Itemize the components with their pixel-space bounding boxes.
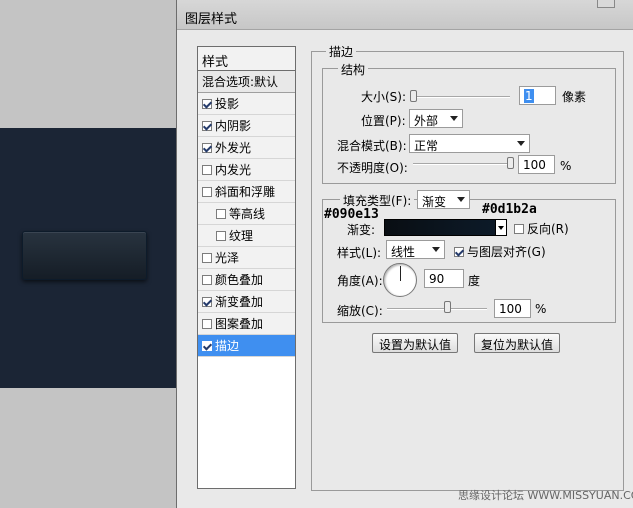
opacity-unit: % (560, 159, 572, 173)
blend-options-item[interactable]: 混合选项:默认 (198, 71, 295, 93)
preview-button-shape (22, 231, 147, 280)
dialog-titlebar[interactable]: 图层样式 (177, 0, 633, 30)
opacity-slider[interactable] (413, 163, 513, 165)
chevron-down-icon (432, 247, 440, 252)
style-item-checkbox[interactable] (202, 164, 212, 175)
gradient-start-color: #090e13 (324, 207, 379, 222)
opacity-label: 不透明度(O): (337, 161, 408, 175)
style-item[interactable]: 等高线 (198, 203, 295, 225)
style-item[interactable]: 投影 (198, 93, 295, 115)
align-label: 与图层对齐(G) (467, 245, 546, 259)
scale-slider-thumb[interactable] (444, 301, 451, 313)
style-item[interactable]: 内发光 (198, 159, 295, 181)
style-item[interactable]: 颜色叠加 (198, 269, 295, 291)
structure-title: 结构 (338, 61, 369, 78)
chevron-down-icon (450, 116, 458, 121)
style-item-label: 外发光 (215, 141, 252, 155)
blend-mode-select[interactable]: 正常 (409, 134, 530, 153)
style-select[interactable]: 线性 (386, 240, 445, 259)
style-item[interactable]: 图案叠加 (198, 313, 295, 335)
align-checkbox[interactable] (454, 246, 464, 257)
position-label: 位置(P): (361, 114, 406, 128)
scale-slider[interactable] (387, 308, 487, 310)
style-item-label: 等高线 (229, 207, 266, 221)
chevron-down-icon (517, 141, 525, 146)
style-item[interactable]: 斜面和浮雕 (198, 181, 295, 203)
angle-dial[interactable] (383, 263, 417, 297)
style-item[interactable]: 内阴影 (198, 115, 295, 137)
style-item-checkbox[interactable] (202, 296, 212, 307)
style-item-checkbox[interactable] (202, 318, 212, 329)
gradient-label: 渐变: (347, 223, 376, 237)
style-item-checkbox[interactable] (202, 252, 212, 263)
style-item-checkbox[interactable] (202, 274, 212, 285)
fill-type-select[interactable]: 渐变 (417, 190, 470, 209)
gradient-end-color: #0d1b2a (482, 202, 537, 217)
blend-mode-label: 混合模式(B): (337, 139, 407, 153)
scale-input[interactable]: 100 (494, 299, 531, 318)
size-slider[interactable] (410, 96, 510, 98)
angle-unit: 度 (468, 274, 481, 288)
scale-label: 缩放(C): (337, 304, 383, 318)
size-input[interactable]: 1 (519, 86, 556, 105)
style-item-label: 内阴影 (215, 119, 252, 133)
angle-dial-needle (400, 266, 401, 281)
style-item-label: 渐变叠加 (215, 295, 264, 309)
style-item-label: 投影 (215, 97, 240, 111)
style-item[interactable]: 渐变叠加 (198, 291, 295, 313)
styles-header[interactable]: 样式 (198, 47, 295, 71)
size-label: 大小(S): (361, 90, 407, 104)
scale-unit: % (535, 302, 547, 316)
gradient-swatch[interactable] (384, 219, 504, 236)
style-item[interactable]: 光泽 (198, 247, 295, 269)
reset-default-button[interactable]: 复位为默认值 (474, 333, 561, 353)
align-checkbox-row[interactable]: 与图层对齐(G) (454, 243, 546, 260)
style-item-label: 颜色叠加 (215, 273, 264, 287)
style-item-checkbox[interactable] (202, 98, 212, 109)
chevron-down-icon (457, 197, 465, 202)
style-item-checkbox[interactable] (202, 340, 212, 351)
styles-list: 样式 混合选项:默认 投影内阴影外发光内发光斜面和浮雕等高线纹理光泽颜色叠加渐变… (197, 46, 296, 489)
size-slider-thumb[interactable] (410, 90, 417, 102)
opacity-slider-thumb[interactable] (507, 157, 514, 169)
style-item-label: 光泽 (215, 251, 240, 265)
style-item[interactable]: 纹理 (198, 225, 295, 247)
reverse-checkbox[interactable] (514, 223, 524, 234)
style-item-checkbox[interactable] (202, 142, 212, 153)
style-item[interactable]: 描边 (198, 335, 295, 357)
gradient-dropdown[interactable] (495, 219, 507, 236)
style-item-label: 内发光 (215, 163, 252, 177)
style-item-checkbox[interactable] (216, 230, 226, 241)
reverse-checkbox-row[interactable]: 反向(R) (514, 220, 569, 237)
style-item-label: 斜面和浮雕 (215, 185, 276, 199)
style-item-checkbox[interactable] (202, 120, 212, 131)
style-item-checkbox[interactable] (202, 186, 212, 197)
style-item-label: 纹理 (229, 229, 254, 243)
close-icon[interactable] (597, 0, 615, 8)
angle-label: 角度(A): (337, 274, 383, 288)
style-label: 样式(L): (337, 246, 382, 260)
dialog-title: 图层样式 (185, 12, 238, 27)
stroke-section-title: 描边 (326, 43, 357, 60)
opacity-input[interactable]: 100 (518, 155, 555, 174)
style-item[interactable]: 外发光 (198, 137, 295, 159)
set-default-button[interactable]: 设置为默认值 (372, 333, 459, 353)
reverse-label: 反向(R) (527, 222, 569, 236)
style-item-label: 描边 (215, 339, 240, 353)
style-item-label: 图案叠加 (215, 317, 264, 331)
size-unit: 像素 (562, 90, 587, 104)
angle-input[interactable]: 90 (424, 269, 464, 288)
watermark: 思缘设计论坛 WWW.MISSYUAN.COM (458, 489, 633, 502)
style-item-checkbox[interactable] (216, 208, 226, 219)
position-select[interactable]: 外部 (409, 109, 463, 128)
